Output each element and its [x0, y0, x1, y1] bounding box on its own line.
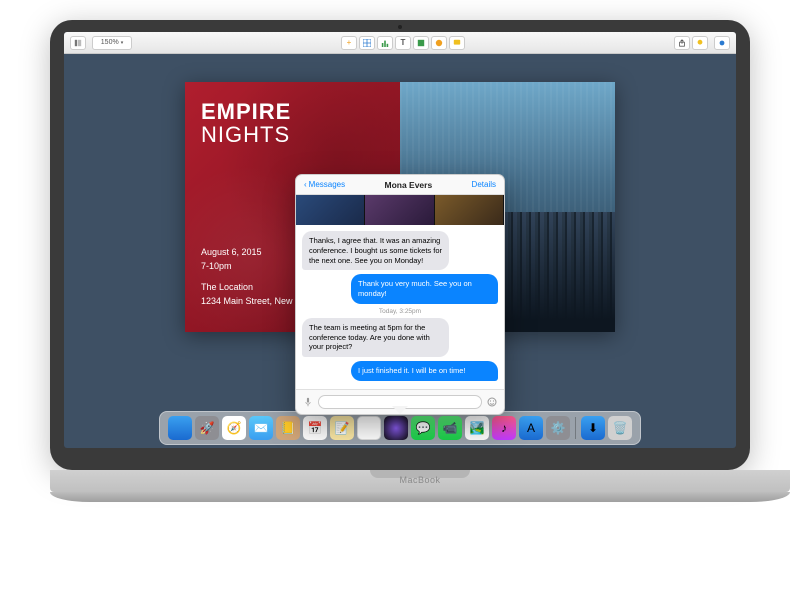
- dock-app-notes[interactable]: 📝: [330, 416, 354, 440]
- slide-title-line1: EMPIRE: [201, 99, 291, 124]
- chart-button[interactable]: [377, 36, 393, 50]
- messages-contact-name: Mona Evers: [384, 180, 432, 190]
- add-button[interactable]: +: [341, 36, 357, 50]
- format-panel-button[interactable]: [714, 36, 730, 50]
- text-button[interactable]: T: [395, 36, 411, 50]
- shape-button[interactable]: [413, 36, 429, 50]
- dock-app-contacts[interactable]: 📒: [276, 416, 300, 440]
- share-button[interactable]: [674, 36, 690, 50]
- dock-app-system-preferences[interactable]: ⚙️: [546, 416, 570, 440]
- media-button[interactable]: [431, 36, 447, 50]
- slide-title-line2: NIGHTS: [201, 123, 384, 146]
- app-toolbar: 150% ▾ + T: [64, 32, 736, 54]
- camera-dot: [398, 25, 402, 29]
- emoji-icon[interactable]: [487, 397, 497, 407]
- slide-time: 7-10pm: [201, 260, 293, 274]
- dock-downloads[interactable]: ⬇︎: [581, 416, 605, 440]
- dock-separator: [575, 417, 576, 439]
- messages-attachment-strip[interactable]: [296, 195, 504, 225]
- macbook-brand-label: MacBook: [399, 475, 440, 485]
- screen-bezel: 150% ▾ + T: [50, 20, 750, 470]
- dock-app-finder[interactable]: [168, 416, 192, 440]
- messages-header: ‹Messages Mona Evers Details: [296, 175, 504, 195]
- macbook-frame: 150% ▾ + T: [50, 20, 750, 492]
- microphone-icon[interactable]: [303, 397, 313, 407]
- message-input[interactable]: [318, 395, 482, 409]
- dock-app-mail[interactable]: ✉️: [249, 416, 273, 440]
- slide-location-address: 1234 Main Street, New: [201, 295, 293, 309]
- dock-app-reminders[interactable]: [357, 416, 381, 440]
- dock-app-appstore[interactable]: A: [519, 416, 543, 440]
- dock-app-calendar[interactable]: 📅: [303, 416, 327, 440]
- dock-app-safari[interactable]: 🧭: [222, 416, 246, 440]
- message-incoming[interactable]: The team is meeting at 5pm for the confe…: [302, 318, 449, 357]
- view-mode-button[interactable]: [70, 36, 86, 50]
- table-button[interactable]: [359, 36, 375, 50]
- dock-app-photos[interactable]: 🏞️: [465, 416, 489, 440]
- macbook-base: MacBook: [50, 470, 790, 492]
- slide-date: August 6, 2015: [201, 246, 293, 260]
- messages-back-button[interactable]: ‹Messages: [304, 180, 345, 189]
- dock-app-launchpad[interactable]: 🚀: [195, 416, 219, 440]
- tips-button[interactable]: [692, 36, 708, 50]
- comment-button[interactable]: [449, 36, 465, 50]
- zoom-value: 150%: [101, 39, 119, 46]
- message-incoming[interactable]: Thanks, I agree that. It was an amazing …: [302, 231, 449, 270]
- message-outgoing[interactable]: I just finished it. I will be on time!: [351, 361, 498, 381]
- dock-app-itunes[interactable]: ♪: [492, 416, 516, 440]
- screen: 150% ▾ + T: [64, 32, 736, 448]
- slide-title[interactable]: EMPIRE NIGHTS: [201, 100, 384, 146]
- dock-trash[interactable]: 🗑️: [608, 416, 632, 440]
- chevron-left-icon: ‹: [304, 180, 307, 189]
- messages-details-button[interactable]: Details: [472, 180, 496, 189]
- messages-popover: ‹Messages Mona Evers Details Thanks, I a…: [295, 174, 505, 415]
- slide-meta[interactable]: August 6, 2015 7-10pm The Location 1234 …: [201, 246, 293, 308]
- messages-compose: [296, 389, 504, 414]
- zoom-control[interactable]: 150% ▾: [92, 36, 132, 50]
- slide-location-name: The Location: [201, 281, 293, 295]
- dock-app-messages[interactable]: 💬: [411, 416, 435, 440]
- messages-thread[interactable]: Thanks, I agree that. It was an amazing …: [296, 225, 504, 389]
- message-timestamp: Today, 3:25pm: [302, 308, 498, 315]
- insert-tools: + T: [341, 36, 465, 50]
- message-outgoing[interactable]: Thank you very much. See you on monday!: [351, 274, 498, 304]
- dock-app-facetime[interactable]: 📹: [438, 416, 462, 440]
